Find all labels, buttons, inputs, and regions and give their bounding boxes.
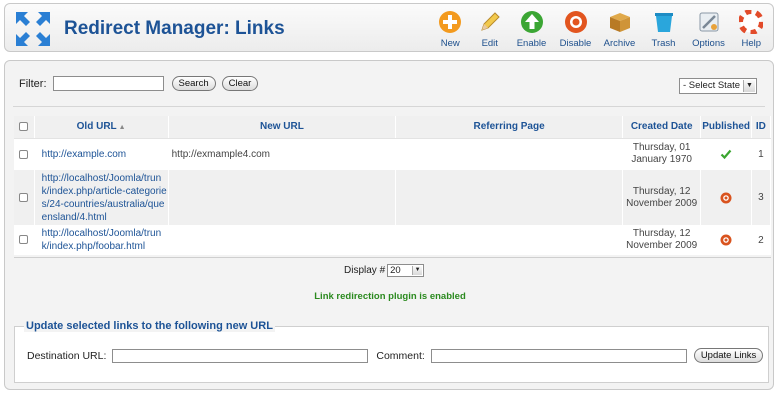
toolbar: New Edit Enable Disable Archive Trash Op… (431, 8, 772, 50)
display-count-select[interactable]: 20 ▼ (387, 264, 425, 277)
column-old-url[interactable]: Old URL ▲ (34, 116, 169, 139)
enable-label: Enable (516, 38, 547, 49)
row-checkbox[interactable] (19, 235, 29, 245)
old-url-link[interactable]: http://localhost/Joomla/trunk/index.php/… (34, 225, 169, 255)
edit-label: Edit (481, 38, 498, 49)
filter-label: Filter: (19, 77, 47, 90)
state-select[interactable]: - Select State - ▼ (679, 78, 757, 94)
main-panel: Filter: Search Clear - Select State - ▼ … (4, 60, 774, 390)
pencil-icon (480, 12, 500, 31)
comment-input[interactable] (430, 348, 687, 363)
table-row: http://localhost/Joomla/trunk/index.php/… (14, 225, 772, 255)
trash-button[interactable]: Trash (642, 8, 686, 50)
table-row: http://localhost/Joomla/trunk/index.php/… (14, 170, 772, 225)
column-created-date[interactable]: Created Date (622, 116, 702, 139)
disable-label: Disable (559, 38, 592, 49)
new-url-text: http://exmample4.com (168, 138, 397, 170)
id-text: 1 (751, 138, 772, 170)
row-checkbox[interactable] (19, 192, 29, 202)
options-label: Options (692, 38, 725, 49)
table-bottom-rule (14, 257, 771, 258)
stop-circle-icon (564, 11, 587, 33)
chevron-down-icon: ▼ (743, 80, 755, 92)
destination-url-input[interactable] (112, 348, 369, 363)
old-url-link[interactable]: http://example.com (34, 138, 169, 170)
pagination: Display # 20 ▼ (344, 264, 425, 277)
comment-label: Comment: (376, 349, 425, 362)
column-old-url-label: Old URL (76, 121, 117, 133)
archive-button[interactable]: Archive (598, 8, 642, 50)
new-url-text (168, 225, 397, 255)
arrow-up-circle-icon (520, 11, 543, 33)
column-referring-page[interactable]: Referring Page (395, 116, 623, 139)
redirect-arrows-icon (16, 12, 50, 46)
table-header-row: Old URL ▲ New URL Referring Page Created … (14, 116, 772, 139)
table-row: http://example.com http://exmample4.com … (14, 138, 772, 170)
update-links-legend: Update selected links to the following n… (24, 320, 275, 332)
created-date-text: Thursday, 01 January 1970 (622, 138, 702, 170)
enable-button[interactable]: Enable (510, 8, 554, 50)
divider (13, 106, 765, 107)
edit-button[interactable]: Edit (470, 8, 510, 50)
created-date-text: Thursday, 12 November 2009 (622, 170, 702, 225)
box-icon (609, 13, 630, 32)
header-select-all (14, 116, 35, 139)
trash-icon (654, 13, 673, 32)
plugin-status-message: Link redirection plugin is enabled (314, 291, 466, 302)
help-button[interactable]: Help (732, 8, 772, 50)
update-links-fieldset: Update selected links to the following n… (14, 320, 769, 383)
clear-button[interactable]: Clear (221, 76, 259, 91)
search-button[interactable]: Search (171, 76, 216, 91)
header-toolbar: Redirect Manager: Links New Edit Enable … (4, 3, 774, 52)
old-url-link[interactable]: http://localhost/Joomla/trunk/index.php/… (34, 170, 169, 225)
display-count-value: 20 (390, 265, 401, 276)
created-date-text: Thursday, 12 November 2009 (622, 225, 702, 255)
state-select-value: - Select State - (683, 80, 746, 91)
published-cell (700, 225, 752, 255)
row-select-cell (14, 170, 35, 225)
sort-ascending-icon: ▲ (118, 124, 126, 132)
options-button[interactable]: Options (686, 8, 732, 50)
disable-button[interactable]: Disable (554, 8, 598, 50)
new-label: New (440, 38, 460, 49)
column-new-url[interactable]: New URL (168, 116, 397, 139)
row-select-cell (14, 225, 35, 255)
row-select-cell (14, 138, 35, 170)
destination-url-label: Destination URL: (27, 349, 107, 362)
new-button[interactable]: New (431, 8, 471, 50)
display-label: Display # (344, 265, 386, 276)
page-title: Redirect Manager: Links (64, 18, 285, 39)
archive-label: Archive (603, 38, 636, 49)
plus-circle-icon (439, 11, 462, 33)
new-url-text (168, 170, 397, 225)
help-label: Help (741, 38, 762, 49)
published-cell (700, 138, 752, 170)
links-table: Old URL ▲ New URL Referring Page Created … (14, 116, 772, 255)
referring-page-text (395, 138, 623, 170)
column-published[interactable]: Published (700, 116, 752, 139)
lifebuoy-icon (739, 10, 764, 34)
update-links-form: Destination URL: Comment: Update Links (27, 348, 764, 363)
id-text: 2 (751, 225, 772, 255)
referring-page-text (395, 170, 623, 225)
filter-bar: Filter: Search Clear (19, 76, 259, 91)
select-all-checkbox[interactable] (19, 122, 29, 132)
options-icon (699, 12, 718, 32)
disabled-circle-icon[interactable] (720, 192, 732, 204)
checkmark-icon[interactable] (720, 148, 732, 160)
referring-page-text (395, 225, 623, 255)
filter-input[interactable] (52, 76, 164, 91)
published-cell (700, 170, 752, 225)
id-text: 3 (751, 170, 772, 225)
update-links-button[interactable]: Update Links (693, 348, 764, 363)
row-checkbox[interactable] (19, 149, 29, 159)
trash-label: Trash (651, 38, 676, 49)
chevron-down-icon: ▼ (412, 266, 423, 275)
disabled-circle-icon[interactable] (720, 234, 732, 246)
column-id[interactable]: ID (751, 116, 772, 139)
